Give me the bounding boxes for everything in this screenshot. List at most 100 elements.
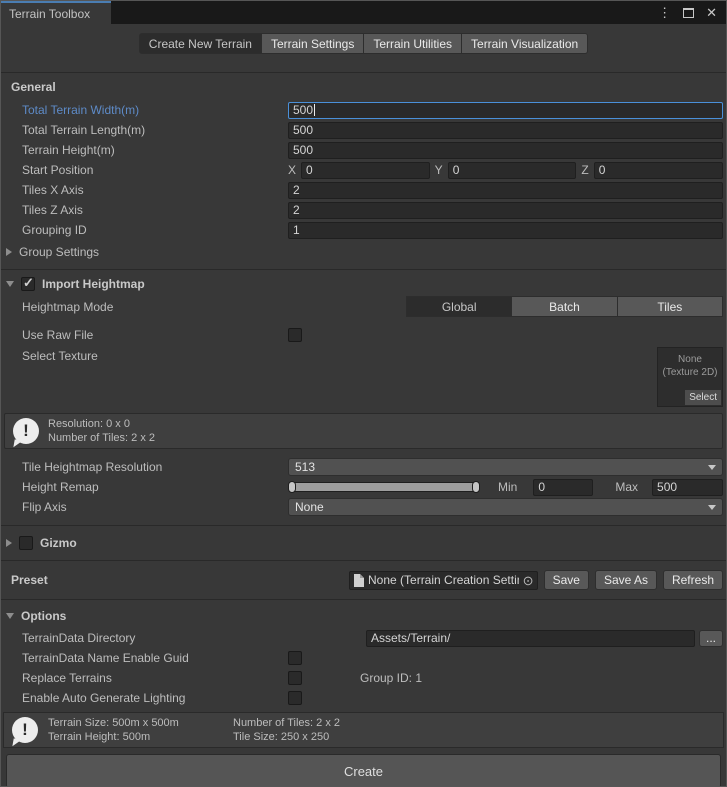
tile-heightmap-resolution-row: Tile Heightmap Resolution 513 <box>1 457 723 477</box>
gizmo-label: Gizmo <box>40 536 77 550</box>
select-texture-row: Select Texture None (Texture 2D) Select <box>1 347 723 409</box>
terraindata-directory-input[interactable]: Assets/Terrain/ <box>366 630 695 647</box>
window-tab[interactable]: Terrain Toolbox <box>1 1 111 24</box>
divider <box>1 269 726 270</box>
import-heightmap-checkbox[interactable]: ✓ <box>21 277 35 291</box>
divider <box>1 525 726 526</box>
height-remap-label: Height Remap <box>1 480 288 494</box>
refresh-button[interactable]: Refresh <box>663 570 723 590</box>
mode-global-button[interactable]: Global <box>406 296 512 317</box>
start-position-label: Start Position <box>1 163 288 177</box>
slider-fill <box>289 482 479 492</box>
chevron-right-icon <box>6 248 12 256</box>
use-raw-file-row: Use Raw File <box>1 325 723 345</box>
replace-terrains-checkbox[interactable] <box>288 671 302 685</box>
toolbar: Create New Terrain Terrain Settings Terr… <box>1 24 726 59</box>
save-button[interactable]: Save <box>544 570 589 590</box>
total-terrain-length-row: Total Terrain Length(m) 500 <box>1 120 723 140</box>
dropdown-arrow-icon <box>708 465 716 470</box>
grouping-id-label: Grouping ID <box>1 223 288 237</box>
preset-label: Preset <box>1 573 349 587</box>
tiles-x-axis-row: Tiles X Axis 2 <box>1 180 723 200</box>
options-foldout-row[interactable]: Options <box>1 607 726 624</box>
texture-none-line1: None <box>678 354 702 365</box>
replace-terrains-label: Replace Terrains <box>1 671 288 685</box>
height-remap-slider[interactable] <box>288 481 480 493</box>
summary-num-tiles: Number of Tiles: 2 x 2 <box>233 717 340 729</box>
terraindata-directory-row: TerrainData Directory Assets/Terrain/ ..… <box>1 628 723 648</box>
terrain-height-label: Terrain Height(m) <box>1 143 288 157</box>
gizmo-checkbox[interactable] <box>19 536 33 550</box>
tiles-x-axis-input[interactable]: 2 <box>288 182 723 199</box>
group-id-text: Group ID: 1 <box>360 671 422 685</box>
grouping-id-row: Grouping ID 1 <box>1 220 723 240</box>
summary-terrain-size: Terrain Size: 500m x 500m <box>48 717 179 729</box>
terraindata-directory-label: TerrainData Directory <box>1 631 366 645</box>
tab-create-new-terrain[interactable]: Create New Terrain <box>139 33 262 54</box>
mode-tiles-button[interactable]: Tiles <box>618 296 723 317</box>
min-label: Min <box>498 480 517 494</box>
start-position-row: Start Position X0 Y0 Z0 <box>1 160 723 180</box>
tiles-z-axis-input[interactable]: 2 <box>288 202 723 219</box>
tiles-z-axis-row: Tiles Z Axis 2 <box>1 200 723 220</box>
slider-min-handle[interactable] <box>288 481 296 493</box>
info-icon: ! <box>13 418 39 444</box>
start-position-z-input[interactable]: 0 <box>594 162 723 179</box>
window-controls: ⋮ ✕ <box>658 1 726 24</box>
terrain-height-input[interactable]: 500 <box>288 142 723 159</box>
start-position-y-input[interactable]: 0 <box>448 162 577 179</box>
height-remap-max-input[interactable]: 500 <box>652 479 723 496</box>
chevron-down-icon[interactable] <box>6 281 14 287</box>
tile-heightmap-resolution-dropdown[interactable]: 513 <box>288 458 723 476</box>
texture-none-line2: (Texture 2D) <box>662 367 717 378</box>
select-texture-label: Select Texture <box>1 347 288 363</box>
height-remap-min-input[interactable]: 0 <box>533 479 593 496</box>
close-icon[interactable]: ✕ <box>706 5 717 21</box>
tab-terrain-visualization[interactable]: Terrain Visualization <box>462 33 588 54</box>
object-picker-icon[interactable]: ⊙ <box>523 574 534 587</box>
text-caret <box>314 104 315 116</box>
group-settings-label: Group Settings <box>19 245 99 259</box>
tab-terrain-utilities[interactable]: Terrain Utilities <box>364 33 462 54</box>
slider-max-handle[interactable] <box>472 481 480 493</box>
preset-field-value: None (Terrain Creation Settings <box>368 573 519 587</box>
name-guid-checkbox[interactable] <box>288 651 302 665</box>
flip-axis-dropdown[interactable]: None <box>288 498 723 516</box>
grouping-id-input[interactable]: 1 <box>288 222 723 239</box>
z-axis-label: Z <box>581 163 588 177</box>
total-terrain-length-input[interactable]: 500 <box>288 122 723 139</box>
terrain-toolbox-window: Terrain Toolbox ⋮ ✕ Create New Terrain T… <box>0 0 727 787</box>
import-heightmap-header-row: ✓ Import Heightmap <box>1 275 726 292</box>
check-icon: ✓ <box>23 275 34 291</box>
maximize-icon[interactable] <box>683 8 694 18</box>
tab-terrain-settings[interactable]: Terrain Settings <box>262 33 364 54</box>
start-position-x-input[interactable]: 0 <box>301 162 430 179</box>
import-heightmap-label: Import Heightmap <box>42 277 145 291</box>
group-settings-foldout[interactable]: Group Settings <box>1 243 726 261</box>
browse-button[interactable]: ... <box>699 630 723 647</box>
kebab-menu-icon[interactable]: ⋮ <box>658 5 671 21</box>
x-axis-label: X <box>288 163 296 177</box>
tiles-z-axis-label: Tiles Z Axis <box>1 203 288 217</box>
max-label: Max <box>615 480 638 494</box>
total-terrain-length-label: Total Terrain Length(m) <box>1 123 288 137</box>
tile-heightmap-resolution-label: Tile Heightmap Resolution <box>1 460 288 474</box>
use-raw-file-checkbox[interactable] <box>288 328 302 342</box>
create-button[interactable]: Create <box>6 754 721 787</box>
auto-lighting-checkbox[interactable] <box>288 691 302 705</box>
total-terrain-width-input[interactable]: 500 <box>288 102 723 119</box>
texture-select-button[interactable]: Select <box>685 390 721 405</box>
mode-batch-button[interactable]: Batch <box>512 296 617 317</box>
chevron-right-icon[interactable] <box>6 539 12 547</box>
divider <box>1 599 726 600</box>
divider <box>1 560 726 561</box>
save-as-button[interactable]: Save As <box>595 570 657 590</box>
texture-object-field[interactable]: None (Texture 2D) Select <box>657 347 723 407</box>
height-remap-row: Height Remap Min 0 Max 500 <box>1 477 723 497</box>
heightmap-mode-row: Heightmap Mode Global Batch Tiles <box>1 294 723 319</box>
preset-object-field[interactable]: None (Terrain Creation Settings ⊙ <box>349 571 538 590</box>
heightmap-mode-label: Heightmap Mode <box>1 300 406 314</box>
heightmap-mode-toggle: Global Batch Tiles <box>406 296 723 317</box>
terrain-height-row: Terrain Height(m) 500 <box>1 140 723 160</box>
summary-terrain-height: Terrain Height: 500m <box>48 731 150 743</box>
